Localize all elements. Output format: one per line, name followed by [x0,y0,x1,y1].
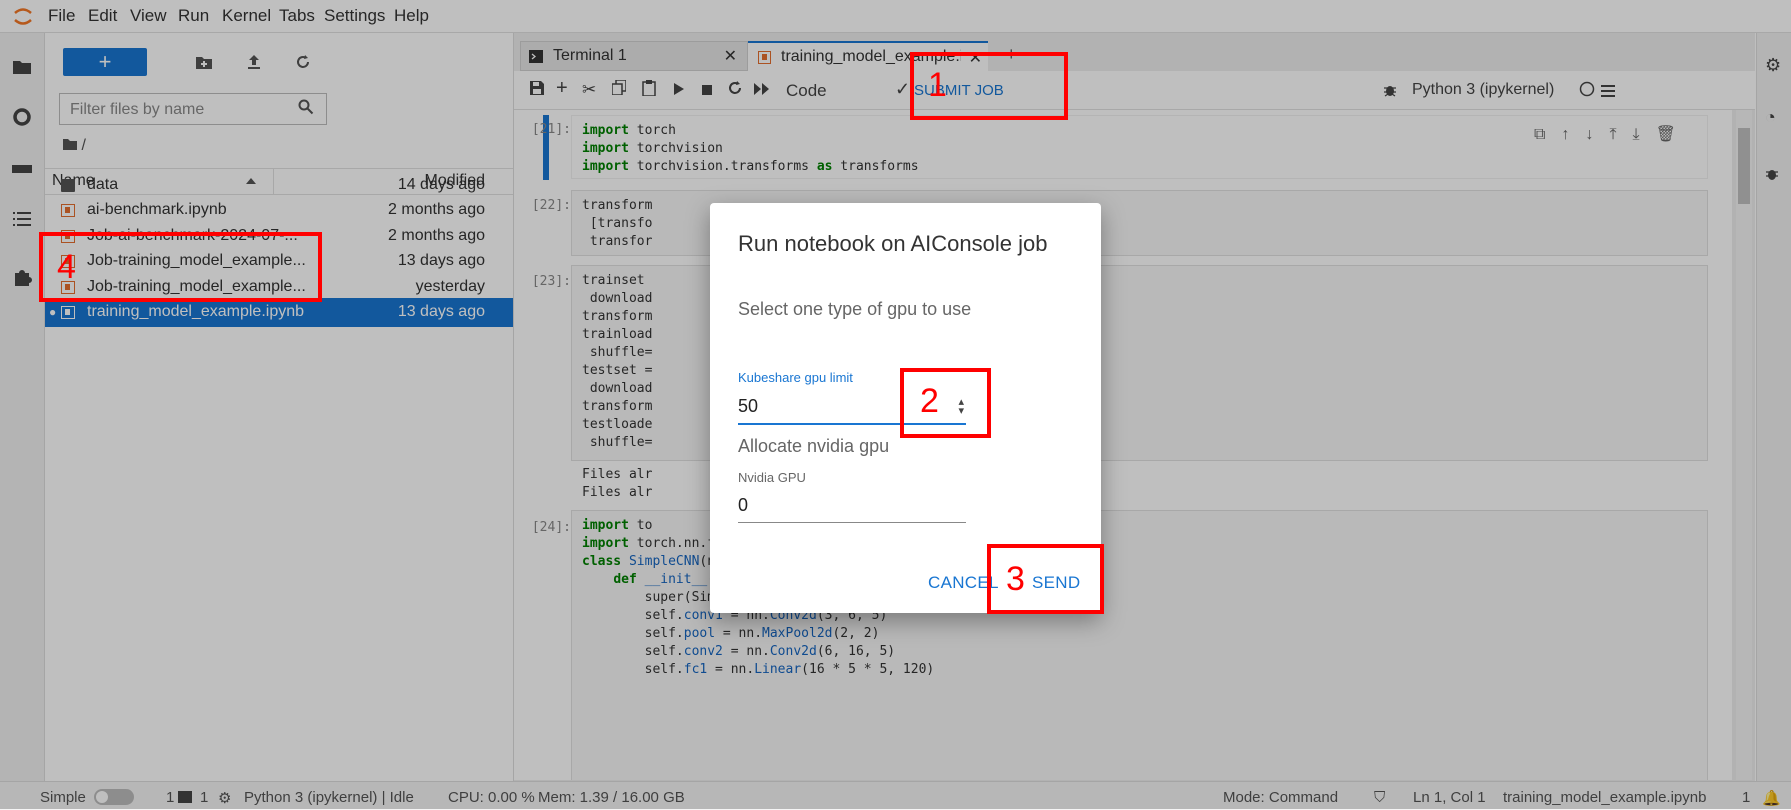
kubeshare-gpu-limit-value: 50 [738,396,759,416]
nvidia-gpu-input[interactable]: 0 [738,495,966,523]
annotation-box-kubeshare [900,368,991,438]
nvidia-gpu-label: Nvidia GPU [738,470,806,485]
dialog-title: Run notebook on AIConsole job [738,231,1048,256]
dialog-subtitle: Select one type of gpu to use [738,299,972,319]
annotation-number: 2 [920,382,939,420]
annotation-number: 3 [1006,560,1025,598]
annotation-number: 4 [57,248,76,286]
allocate-nvidia-gpu-label: Allocate nvidia gpu [738,436,890,456]
kubeshare-gpu-limit-label: Kubeshare gpu limit [738,370,853,385]
annotation-box-job-files [39,232,322,302]
annotation-box-send [987,544,1104,614]
annotation-number: 1 [928,66,947,104]
nvidia-gpu-value: 0 [738,495,749,515]
